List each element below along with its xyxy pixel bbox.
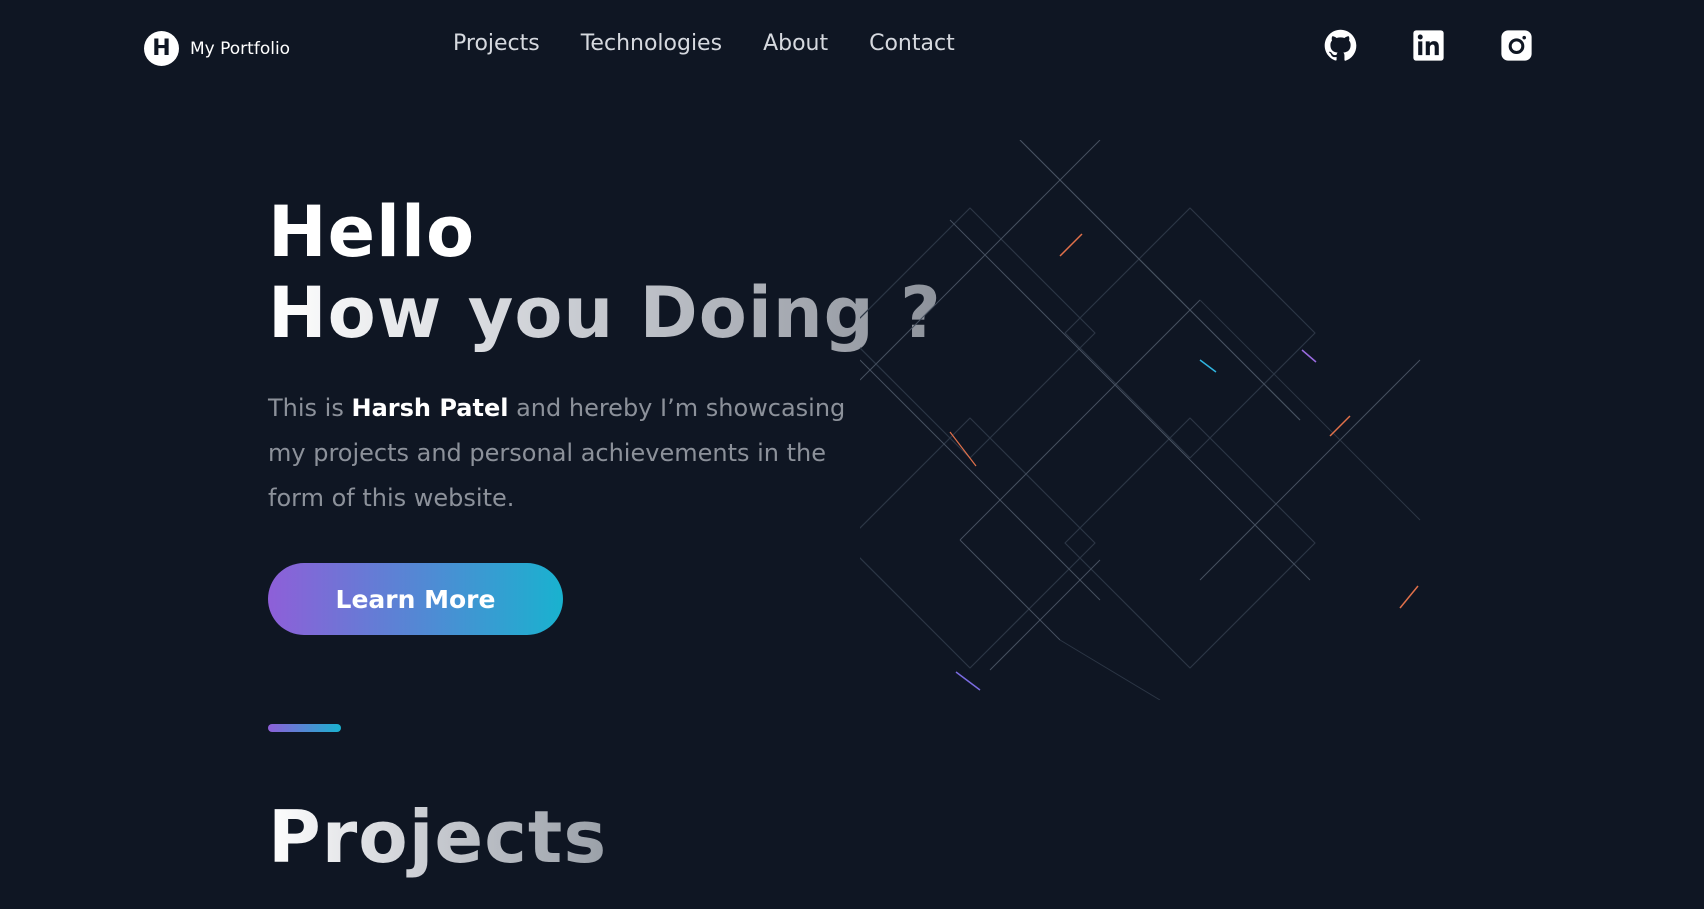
light-streak — [949, 431, 977, 467]
grid-line — [1199, 299, 1421, 521]
linkedin-link[interactable] — [1412, 29, 1445, 62]
instagram-link[interactable] — [1500, 29, 1533, 62]
section-divider — [268, 724, 341, 732]
light-streak — [1199, 359, 1217, 373]
social-links — [1324, 29, 1533, 62]
grid-line — [1049, 140, 1101, 191]
diamond-outline-right — [1064, 207, 1316, 459]
portfolio-page: H My Portfolio Projects Technologies Abo… — [0, 0, 1704, 909]
logo-text: My Portfolio — [190, 38, 291, 59]
grid-line — [860, 359, 1101, 601]
hero-desc-intro: This is — [268, 394, 352, 422]
nav-about[interactable]: About — [763, 31, 828, 56]
learn-more-button[interactable]: Learn More — [268, 563, 563, 635]
logo-link[interactable]: H My Portfolio — [144, 31, 290, 66]
hero-heading: Hello How you Doing ? — [268, 192, 942, 354]
grid-line — [1199, 359, 1421, 581]
hero-line-hello: Hello — [268, 191, 476, 273]
grid-line — [1059, 639, 1161, 700]
background-grid-art — [860, 140, 1421, 700]
hero-line-greeting: How you Doing ? — [268, 272, 942, 354]
grid-line — [959, 539, 1061, 641]
nav-technologies[interactable]: Technologies — [581, 31, 722, 56]
light-streak — [1301, 349, 1317, 363]
nav-contact[interactable]: Contact — [869, 31, 955, 56]
linkedin-icon — [1413, 30, 1444, 61]
instagram-icon — [1501, 30, 1532, 61]
nav-projects[interactable]: Projects — [453, 31, 540, 56]
hero-description: This is Harsh Patel and hereby I’m showc… — [268, 386, 868, 521]
grid-line — [860, 189, 1051, 381]
diamond-outline-bottom-right — [1064, 417, 1316, 669]
diamond-outline-bottom-left — [860, 417, 1096, 669]
light-streak — [1059, 233, 1083, 257]
github-icon — [1324, 29, 1357, 61]
diamond-outline-left — [860, 207, 1096, 459]
github-link[interactable] — [1324, 29, 1357, 62]
projects-section-title: Projects — [268, 792, 607, 882]
main-nav: Projects Technologies About Contact — [453, 31, 955, 56]
light-streak — [1399, 585, 1419, 609]
grid-line — [959, 299, 1201, 541]
hero-desc-name: Harsh Patel — [351, 394, 509, 422]
grid-line — [1019, 140, 1301, 421]
logo-icon: H — [144, 31, 179, 66]
light-streak — [955, 671, 981, 691]
grid-line — [989, 559, 1101, 671]
